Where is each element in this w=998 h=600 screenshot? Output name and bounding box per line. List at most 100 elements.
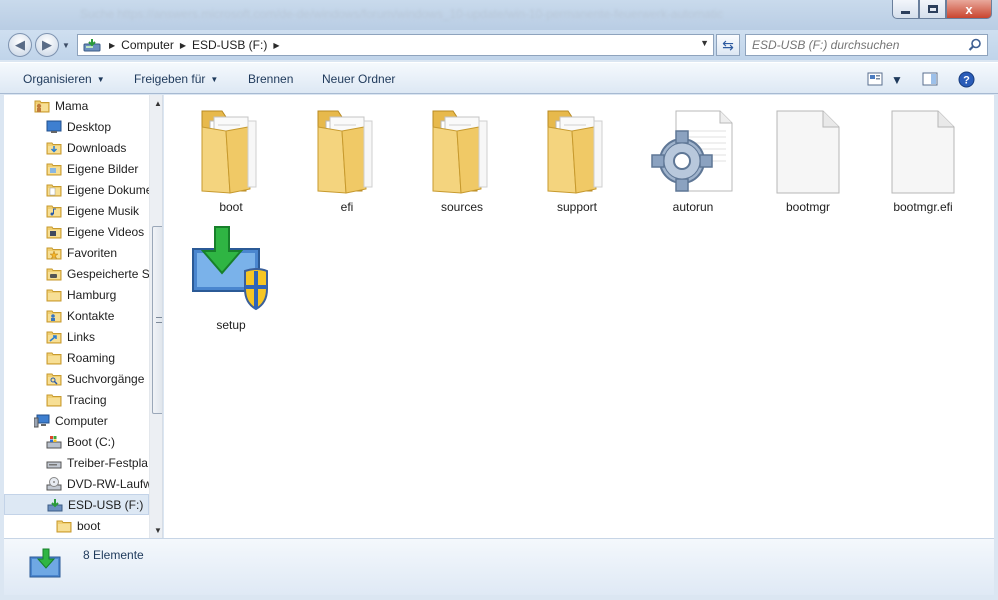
nav-item-label: ESD-USB (F:) — [68, 497, 144, 512]
usb-drive-icon — [47, 497, 63, 512]
nav-item-eigene-bilder[interactable]: Eigene Bilder — [4, 158, 149, 179]
close-button[interactable]: x — [946, 0, 992, 19]
nav-item-mama[interactable]: Mama — [4, 95, 149, 116]
back-arrow-icon: ◀ — [15, 37, 25, 52]
nav-item-gespeicherte-sp[interactable]: Gespeicherte Sp — [4, 263, 149, 284]
address-dropdown-icon[interactable]: ▼ — [700, 38, 709, 48]
nav-item-suchvorgänge[interactable]: Suchvorgänge — [4, 368, 149, 389]
nav-item-label: Eigene Bilder — [67, 161, 139, 176]
nav-item-treiber-festpla[interactable]: Treiber-Festpla — [4, 452, 149, 473]
breadcrumb-separator-icon[interactable]: ▶ — [273, 41, 279, 50]
file-item-bootmgr[interactable]: bootmgr — [753, 103, 863, 223]
file-item-bootmgr-efi[interactable]: bootmgr.efi — [868, 103, 978, 223]
nav-scrollbar[interactable]: ▲ ▼ — [149, 95, 162, 538]
nav-item-downloads[interactable]: Downloads — [4, 137, 149, 158]
burn-button[interactable]: Brennen — [248, 72, 293, 86]
nav-item-tracing[interactable]: Tracing — [4, 389, 149, 410]
chevron-down-icon: ▼ — [891, 73, 903, 87]
minimize-icon — [901, 10, 910, 14]
organize-label: Organisieren — [23, 72, 92, 86]
pictures-folder-icon — [46, 161, 62, 176]
file-item-sources[interactable]: sources — [407, 103, 517, 223]
file-item-support[interactable]: support — [522, 103, 632, 223]
nav-item-boot[interactable]: boot — [4, 515, 149, 536]
file-item-efi[interactable]: efi — [292, 103, 402, 223]
nav-item-label: Eigene Videos — [67, 224, 145, 239]
nav-item-label: Hamburg — [67, 287, 117, 302]
nav-item-label: Favoriten — [67, 245, 118, 260]
music-folder-icon — [46, 203, 62, 218]
file-item-autorun[interactable]: autorun — [638, 103, 748, 223]
folder-icon — [417, 103, 507, 197]
close-icon: x — [965, 1, 973, 17]
share-button[interactable]: Freigeben für ▼ — [134, 72, 218, 86]
file-view[interactable]: boot efi sources support autorun bootmgr… — [164, 95, 994, 538]
folder-icon — [186, 103, 276, 197]
folder-icon — [46, 350, 62, 365]
navigation-pane: Mama Desktop Downloads Eigene Bilder Eigene … — [4, 95, 163, 538]
breadcrumb-drive[interactable]: ESD-USB (F:) — [192, 38, 267, 52]
blank-file-icon — [763, 103, 853, 197]
file-name: bootmgr.efi — [893, 200, 953, 214]
forward-button[interactable]: ▶ — [35, 33, 59, 57]
nav-item-desktop[interactable]: Desktop — [4, 116, 149, 137]
command-bar: Organisieren ▼ Freigeben für ▼ Brennen Neu… — [0, 62, 998, 94]
nav-item-label: DVD-RW-Laufw — [67, 476, 149, 491]
recent-pages-button[interactable]: ▼ — [62, 41, 70, 50]
view-dropdown-button[interactable]: ▼ — [891, 73, 903, 87]
chevron-down-icon: ▼ — [210, 75, 219, 84]
breadcrumb-separator-icon[interactable]: ▶ — [109, 41, 115, 50]
file-name: setup — [216, 318, 246, 332]
refresh-button[interactable]: ⇆ — [716, 34, 740, 56]
nav-item-label: Downloads — [67, 140, 127, 155]
nav-item-links[interactable]: Links — [4, 326, 149, 347]
folder-icon — [56, 518, 72, 533]
file-name: efi — [340, 200, 354, 214]
nav-item-eigene-videos[interactable]: Eigene Videos — [4, 221, 149, 242]
maximize-icon — [927, 5, 938, 13]
file-name: bootmgr — [785, 200, 831, 214]
new-folder-button[interactable]: Neuer Ordner — [322, 72, 395, 86]
item-count: 8 Elemente — [83, 548, 144, 562]
breadcrumb-separator-icon[interactable]: ▶ — [180, 41, 186, 50]
user-folder-icon — [34, 98, 50, 113]
hard-drive-icon — [46, 455, 62, 470]
breadcrumb-computer[interactable]: Computer — [121, 38, 174, 52]
folder-icon — [532, 103, 622, 197]
organize-button[interactable]: Organisieren ▼ — [23, 72, 105, 86]
contacts-folder-icon — [46, 308, 62, 323]
favorites-folder-icon — [46, 245, 62, 260]
scroll-thumb[interactable] — [152, 226, 162, 414]
nav-item-hamburg[interactable]: Hamburg — [4, 284, 149, 305]
help-icon: ? — [963, 74, 970, 86]
chevron-down-icon: ▼ — [62, 41, 70, 50]
nav-item-computer[interactable]: Computer — [4, 410, 149, 431]
folder-icon — [302, 103, 392, 197]
scroll-down-icon[interactable]: ▼ — [150, 522, 162, 538]
nav-item-boot-c[interactable]: Boot (C:) — [4, 431, 149, 452]
view-options-icon[interactable] — [866, 70, 884, 88]
search-box[interactable] — [745, 34, 988, 56]
nav-item-favoriten[interactable]: Favoriten — [4, 242, 149, 263]
nav-item-eigene-dokume[interactable]: Eigene Dokume — [4, 179, 149, 200]
saved-games-icon — [46, 266, 62, 281]
nav-item-esd-usb-f[interactable]: ESD-USB (F:) — [4, 494, 149, 515]
nav-item-dvd-rw-laufw[interactable]: DVD-RW-Laufw — [4, 473, 149, 494]
nav-item-kontakte[interactable]: Kontakte — [4, 305, 149, 326]
help-button[interactable]: ? — [957, 70, 975, 88]
file-item-setup[interactable]: setup — [176, 221, 286, 341]
scroll-up-icon[interactable]: ▲ — [150, 95, 162, 111]
maximize-button[interactable] — [919, 0, 946, 19]
searches-folder-icon — [46, 371, 62, 386]
nav-item-label: Gespeicherte Sp — [67, 266, 149, 281]
nav-item-eigene-musik[interactable]: Eigene Musik — [4, 200, 149, 221]
nav-item-roaming[interactable]: Roaming — [4, 347, 149, 368]
blurred-background-text: Suche https://answers.microsoft.com/de-d… — [80, 7, 723, 21]
minimize-button[interactable] — [892, 0, 919, 19]
search-icon[interactable] — [968, 38, 982, 52]
address-bar[interactable]: ▶ Computer ▶ ESD-USB (F:) ▶ ▼ — [77, 34, 714, 56]
preview-pane-icon[interactable] — [921, 70, 939, 88]
file-item-boot[interactable]: boot — [176, 103, 286, 223]
search-input[interactable] — [746, 35, 956, 55]
back-button[interactable]: ◀ — [8, 33, 32, 57]
